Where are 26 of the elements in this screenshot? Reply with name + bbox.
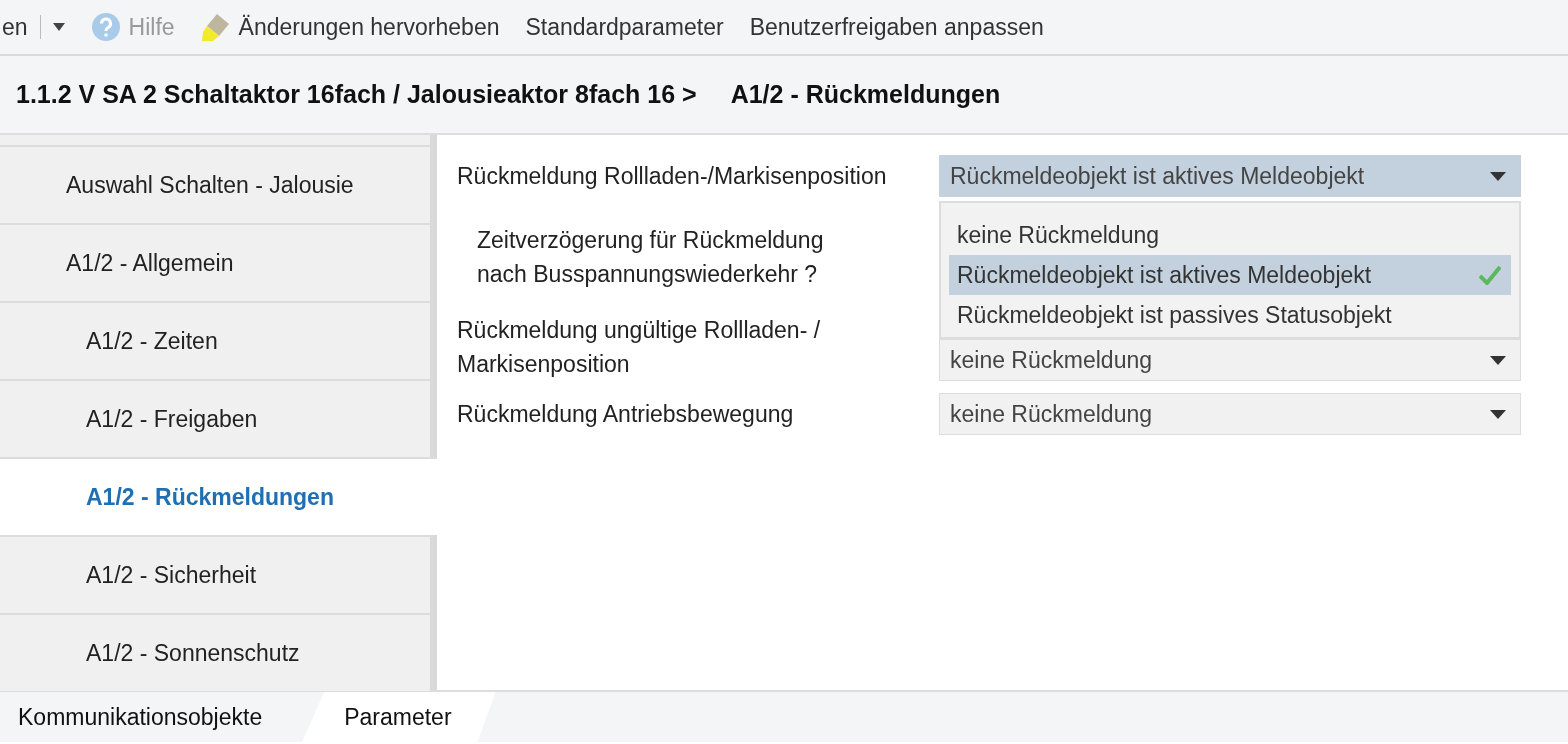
dropdown[interactable]: Rückmeldeobjekt ist aktives Meldeobjekt [939,155,1521,197]
toolbar-button[interactable]: Standardparameter [525,9,724,45]
toolbar-button[interactable]: en [2,9,28,45]
section-title: A1/2 - Rückmeldungen [730,78,1001,110]
dropdown[interactable]: keine Rückmeldung [939,339,1521,381]
sidebar-item[interactable]: A1/2 - Sonnenschutz [0,613,430,691]
toolbar-button[interactable]: Benutzerfreigaben anpassen [749,9,1044,45]
parameter-label: Rückmeldung Antriebsbewegung [457,400,795,429]
dropdown-option[interactable]: keine Rückmeldung [949,215,1511,255]
dropdown-arrow-icon [1490,171,1506,181]
parameter-label: Rückmeldung ungültige Rollladen- / Markisenposition [457,316,822,379]
dropdown-option[interactable]: Rückmeldeobjekt ist aktives Meldeobjekt [949,255,1511,295]
checkmark-icon [1479,265,1501,285]
help-icon [90,12,121,42]
device-path: 1.1.2 V SA 2 Schaltaktor 16fach / Jalousieaktor 8fach 16 > [16,78,697,110]
caret-icon[interactable] [52,23,65,31]
highlighter-icon [200,12,231,42]
toolbar-button[interactable]: Änderungen hervorheben [200,9,500,45]
dropdown-arrow-icon [1490,409,1506,419]
dropdown[interactable]: keine Rückmeldung [939,393,1521,435]
parameter-label: Zeitverzögerung für Rückmeldung nach Busspannungswiederkehr ? [476,226,825,289]
tab[interactable]: Parameter [302,692,496,742]
sidebar-item[interactable]: A1/2 - Rückmeldungen [0,457,437,535]
parameter-label: Rückmeldung Rollladen-/Markisenposition [457,162,888,191]
dropdown-option[interactable]: Rückmeldeobjekt ist passives Statusobjekt [949,295,1511,335]
dropdown-arrow-icon [1490,355,1506,365]
